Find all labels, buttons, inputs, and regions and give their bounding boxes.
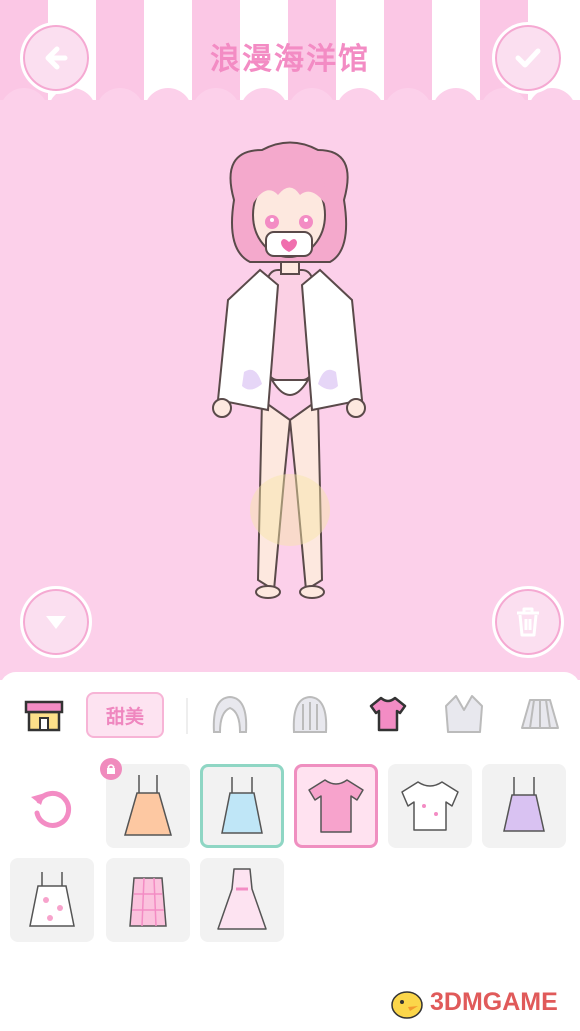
ribbon-dress-icon bbox=[217, 868, 267, 930]
triangle-down-icon bbox=[46, 616, 66, 629]
hair-front-icon bbox=[212, 695, 248, 733]
skirt-icon bbox=[521, 699, 559, 729]
lock-icon bbox=[100, 758, 122, 780]
item-pink-ribbon-dress[interactable] bbox=[200, 858, 284, 942]
tab-shop[interactable] bbox=[18, 688, 70, 740]
refresh-icon bbox=[31, 790, 72, 828]
doll-character bbox=[212, 141, 366, 599]
tab-skirt[interactable] bbox=[514, 688, 566, 740]
gingham-top-icon bbox=[129, 877, 167, 927]
sundress-icon bbox=[124, 775, 172, 836]
tab-divider bbox=[186, 698, 188, 734]
camisole-icon bbox=[221, 777, 263, 834]
item-blue-camisole[interactable] bbox=[200, 764, 284, 848]
reset-button[interactable] bbox=[24, 780, 80, 836]
delete-button[interactable] bbox=[492, 586, 564, 658]
item-orange-sundress[interactable] bbox=[100, 758, 190, 848]
frill-shirt-icon bbox=[401, 781, 459, 831]
hair-back-icon bbox=[292, 695, 328, 733]
item-white-frill-shirt[interactable] bbox=[388, 764, 472, 848]
item-polka-cami[interactable] bbox=[10, 858, 94, 942]
tee-icon bbox=[308, 779, 364, 833]
polka-cami-icon bbox=[29, 872, 75, 927]
tab-top[interactable] bbox=[362, 688, 414, 740]
collapse-button[interactable] bbox=[20, 586, 92, 658]
coat-icon bbox=[445, 695, 483, 733]
watermark-text: 3DMGAME bbox=[430, 987, 558, 1016]
tshirt-icon bbox=[369, 696, 407, 732]
tab-hair-back[interactable] bbox=[284, 688, 336, 740]
watermark: 3DMGAME bbox=[388, 980, 558, 1024]
lavender-cami-icon bbox=[503, 777, 545, 832]
trash-icon bbox=[517, 607, 539, 637]
tab-hair-front[interactable] bbox=[204, 688, 256, 740]
style-tag-sweet[interactable]: 甜美 bbox=[86, 692, 164, 738]
item-pink-tee[interactable] bbox=[294, 764, 378, 848]
duck-logo-icon bbox=[391, 991, 423, 1019]
tab-coat[interactable] bbox=[438, 688, 490, 740]
item-lavender-cami[interactable] bbox=[482, 764, 566, 848]
item-gingham-top[interactable] bbox=[106, 858, 190, 942]
dressing-stage: 浪漫海洋馆 bbox=[0, 0, 580, 680]
shop-icon bbox=[24, 700, 64, 732]
